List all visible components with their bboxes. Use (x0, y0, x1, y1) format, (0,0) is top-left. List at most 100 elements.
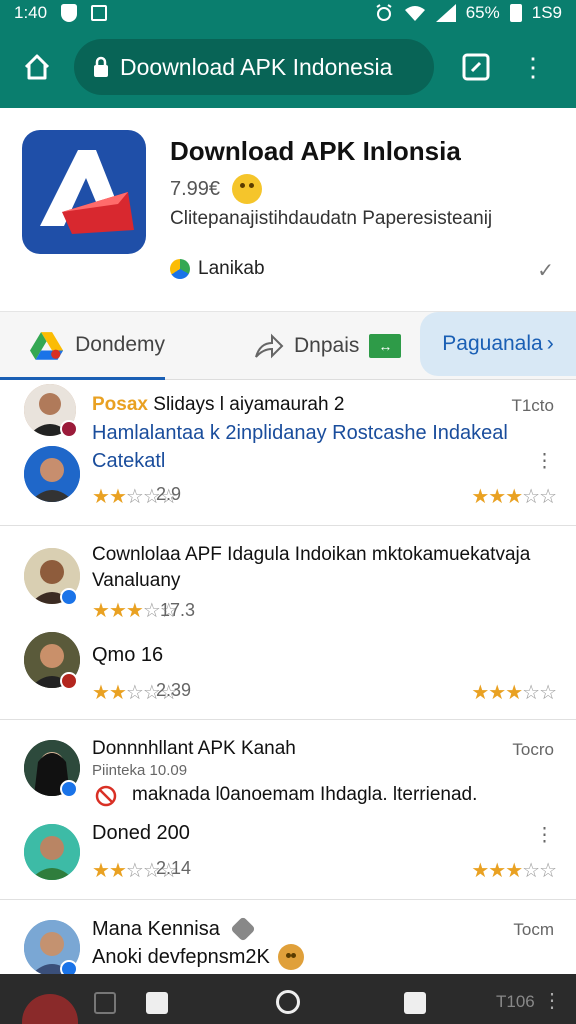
star-icon: ★ (488, 860, 506, 882)
review-card[interactable]: Mana Kennisa Tocm Anoki devfepnsm2K (0, 900, 576, 974)
rating-left-2-text: 2.14 (156, 858, 192, 878)
star-icon: ★ (108, 600, 127, 622)
star-icon: ☆ (142, 600, 161, 622)
tab-label: Dondemy (75, 332, 165, 356)
browser-toolbar: Doownload APK Indonesia ⋮ (0, 26, 576, 108)
tab-label: Dnpais (294, 334, 360, 357)
url-text: Doownload APK Indonesia (120, 53, 393, 80)
home-button-icon[interactable] (276, 990, 300, 1014)
review-tag: T1cto (511, 396, 554, 415)
star-icon: ★ (505, 682, 523, 704)
wifi-icon (404, 6, 425, 21)
review-meta: Piinteka 10.09 (92, 762, 188, 779)
back-icon[interactable] (146, 992, 168, 1014)
star-icon: ★ (125, 600, 144, 622)
review-sub: Vanaluany (92, 570, 181, 591)
star-icon: ★ (92, 486, 110, 508)
star-icon: ☆ (125, 486, 144, 508)
more-vert-icon[interactable]: ⋮ (535, 824, 554, 847)
review-title: Slidays l aiyamaurah 2 (153, 394, 345, 415)
developer-row[interactable]: Lanikab (170, 258, 265, 280)
more-vert-icon[interactable]: ⋮ (535, 450, 554, 473)
avatar (24, 824, 80, 880)
alarm-icon (376, 4, 392, 21)
battery-percent: 65% (465, 3, 500, 22)
star-icon: ☆ (522, 860, 540, 882)
review-title: Cownlolaa APF Idagula Indoikan mktokamue… (92, 544, 531, 565)
developer-icon (170, 259, 190, 279)
verified-badge-icon (230, 916, 256, 942)
review-card[interactable]: Donnnhllant APK Kanah Tocro Piinteka 10.… (0, 720, 576, 900)
avatar-badge (60, 672, 78, 690)
system-nav-bar: T106 ⋮ (0, 974, 576, 1024)
more-vert-icon[interactable]: ⋮ (542, 988, 562, 1013)
star-icon: ☆ (125, 860, 144, 882)
drive-icon (30, 331, 64, 360)
status-time: 1:40 (14, 3, 48, 22)
star-icon: ★ (92, 860, 110, 882)
tab-dnpais[interactable]: Dnpais ↔ (254, 312, 402, 380)
review-title: Donnnhllant APK Kanah (92, 738, 296, 759)
star-icon: ★ (488, 486, 506, 508)
avatar-badge (60, 420, 78, 438)
review-list: Posax Slidays l aiyamaurah 2 T1cto Hamla… (0, 380, 576, 974)
star-icon: ★ (92, 682, 110, 704)
tab-label: Paguanala (442, 332, 543, 355)
review-card[interactable]: Posax Slidays l aiyamaurah 2 T1cto Hamla… (0, 380, 576, 526)
review-message: maknada l0anoemam Ihdagla. lterrienad. (132, 784, 478, 805)
star-icon: ☆ (539, 682, 557, 704)
overview-icon[interactable] (404, 992, 426, 1014)
star-icon: ★ (108, 682, 127, 704)
star-icon: ★ (505, 860, 523, 882)
screenshot-icon (91, 5, 108, 21)
recent-apps-icon[interactable] (94, 992, 116, 1014)
address-bar[interactable]: Doownload APK Indonesia (74, 39, 434, 95)
review-sub: Anoki devfepnsm2K (92, 946, 270, 968)
rating-left-text: 17.3 (160, 600, 196, 620)
avatar-badge (60, 960, 78, 974)
home-icon[interactable] (22, 52, 52, 82)
signal-icon (435, 4, 456, 22)
star-icon: ☆ (522, 682, 540, 704)
review-sub: Catekatl (92, 450, 166, 472)
avatar-badge (60, 780, 78, 798)
app-description: Clitepanajistihdaudatn Paperesisteanij (170, 208, 493, 229)
nav-right-text: T106 (496, 992, 535, 1011)
shield-icon (61, 4, 78, 22)
star-icon: ★ (488, 682, 506, 704)
tabs-icon[interactable] (462, 53, 490, 81)
avatar (24, 446, 80, 502)
app-title: Download APK Inlonsia (170, 136, 461, 166)
review-link[interactable]: Hamlalantaa k 2inplidanay Rostcashe Inda… (92, 422, 508, 445)
tab-dondemy[interactable]: Dondemy (0, 312, 165, 380)
review-card[interactable]: Cownlolaa APF Idagula Indoikan mktokamue… (0, 526, 576, 720)
status-bar: 1:40 65% 1S9 (0, 0, 576, 26)
tab-paguanala[interactable]: Paguanala › (420, 312, 576, 376)
status-clock-right: 1S9 (531, 3, 562, 22)
app-header: Download APK Inlonsia 7.99€ Clitepanajis… (0, 108, 576, 312)
star-icon: ☆ (539, 860, 557, 882)
review-title-prefix: Posax (92, 394, 148, 415)
star-icon: ★ (471, 860, 489, 882)
chevron-right-icon: › (546, 332, 554, 355)
expand-tag-icon: ↔ (369, 334, 402, 358)
star-icon: ☆ (125, 682, 144, 704)
app-logo (22, 130, 146, 254)
rating-right: ★★★☆☆ (471, 680, 557, 705)
star-icon: ★ (108, 486, 127, 508)
battery-icon (509, 4, 522, 22)
avatar-badge (60, 588, 78, 606)
star-icon: ★ (505, 486, 523, 508)
verified-check-icon: ✓ (537, 260, 554, 282)
review-tag: Tocro (512, 740, 554, 759)
developer-name: Lanikab (198, 258, 265, 279)
star-icon: ★ (108, 860, 127, 882)
more-menu-icon[interactable]: ⋮ (520, 54, 546, 80)
rating-left-text: 2.9 (156, 484, 182, 504)
star-icon: ☆ (539, 486, 557, 508)
review-name: Qmo 16 (92, 644, 164, 666)
star-icon: ★ (471, 486, 489, 508)
review-name: Doned 200 (92, 822, 190, 844)
app-logo-peek (22, 994, 78, 1024)
app-size: 7.99€ (170, 177, 221, 200)
